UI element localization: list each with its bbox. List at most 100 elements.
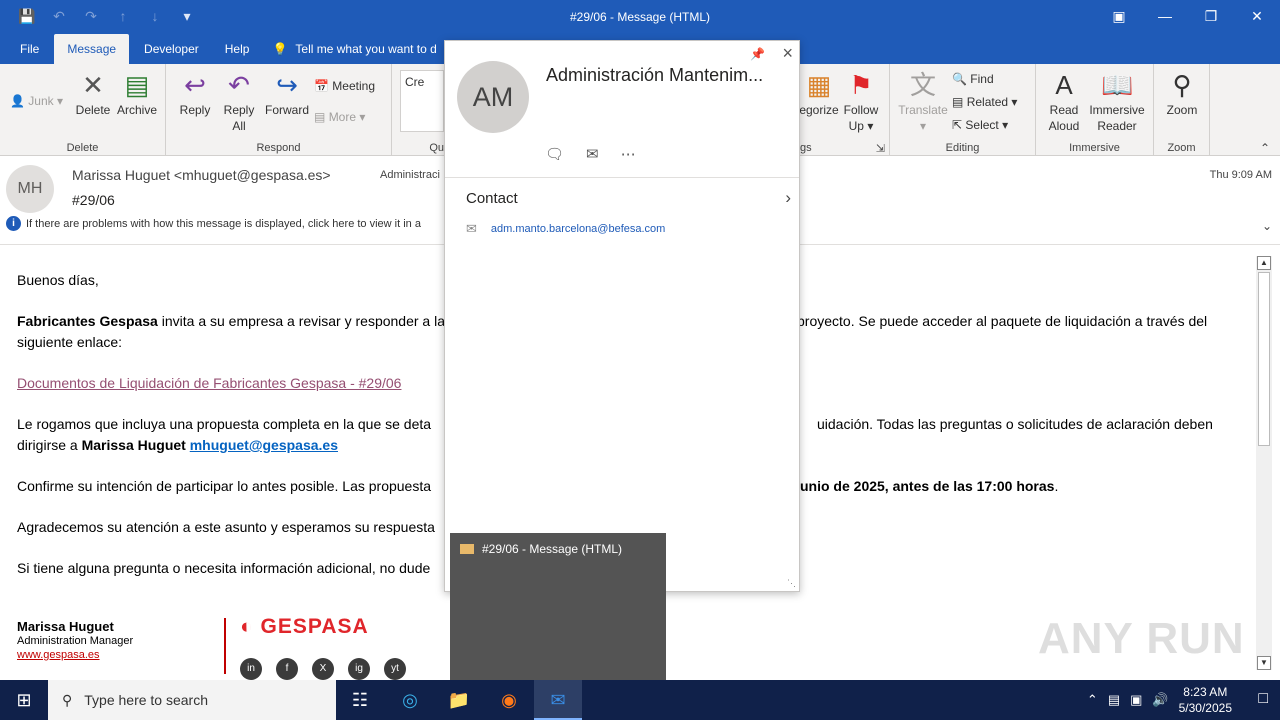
- pin-icon[interactable]: 📌: [750, 47, 765, 61]
- taskbar: ⊞ ⚲ Type here to search ☷ ◎ 📁 ◉ ✉ ⌃ ▤ ▣ …: [0, 680, 1280, 720]
- ribbon-display-icon[interactable]: ▣: [1096, 0, 1142, 32]
- reply-all-icon: ↶: [228, 70, 250, 100]
- tell-me-box[interactable]: 💡 Tell me what you want to d: [262, 34, 436, 64]
- social-links: in f X ig yt: [240, 658, 406, 680]
- documents-link[interactable]: Documentos de Liquidación de Fabricantes…: [17, 375, 401, 391]
- logo-g-icon: ◐: [240, 615, 254, 638]
- editing-group: 文 Translate ▾ 🔍 Find ▤ Related ▾ ⇱ Select…: [890, 64, 1036, 156]
- info-icon: i: [6, 216, 21, 231]
- device-icon[interactable]: ▤: [1108, 692, 1120, 708]
- immersive-reader-button[interactable]: 📖 Immersive Reader: [1086, 70, 1148, 134]
- more-options-icon[interactable]: ⋯: [621, 145, 636, 163]
- recipient[interactable]: Administraci: [380, 169, 440, 181]
- contact-name: Administración Mantenim...: [546, 65, 764, 85]
- mail-icon[interactable]: ✉: [586, 145, 599, 163]
- forward-button[interactable]: ↪ Forward: [262, 70, 312, 118]
- junk-button[interactable]: 👤 Junk ▾: [10, 94, 63, 108]
- firefox-icon[interactable]: ◉: [485, 680, 533, 720]
- signature: Marissa Huguet Administration Manager ww…: [17, 619, 134, 662]
- taskbar-preview[interactable]: #29/06 - Message (HTML): [450, 533, 666, 680]
- delete-icon: ✕: [82, 70, 104, 100]
- search-icon: ⚲: [62, 691, 73, 708]
- flag-icon: ⚑: [849, 70, 873, 100]
- chevron-right-icon[interactable]: ›: [785, 188, 791, 208]
- website-link[interactable]: www.gespasa.es: [17, 648, 133, 662]
- contact-card: 📌 × AM Administración Mantenim... 🗨 ✉ ⋯ …: [444, 40, 800, 592]
- watermark: ANY RUN: [1038, 614, 1245, 663]
- find-button[interactable]: 🔍 Find: [952, 72, 994, 86]
- zoom-group: ⚲ Zoom Zoom: [1154, 64, 1210, 156]
- quick-steps-group: Cre Qu: [392, 64, 444, 156]
- chat-icon[interactable]: 🗨: [545, 145, 564, 163]
- start-button[interactable]: ⊞: [0, 680, 48, 720]
- read-aloud-icon: A: [1055, 70, 1073, 100]
- minimize-button[interactable]: —: [1142, 0, 1188, 32]
- clock[interactable]: 8:23 AM 5/30/2025: [1179, 684, 1232, 716]
- network-icon[interactable]: ▣: [1130, 692, 1142, 708]
- contact-email[interactable]: adm.manto.barcelona@befesa.com: [491, 223, 665, 235]
- chevron-up-icon[interactable]: ⌃: [1087, 692, 1098, 708]
- instagram-icon[interactable]: ig: [348, 658, 370, 680]
- signature-divider: [224, 618, 226, 674]
- resize-grip-icon[interactable]: ⋱: [787, 578, 796, 589]
- info-bar[interactable]: i If there are problems with how this me…: [6, 216, 421, 231]
- delete-button[interactable]: ✕ Delete: [72, 70, 114, 118]
- restore-button[interactable]: ❐: [1188, 0, 1234, 32]
- scroll-thumb[interactable]: [1258, 272, 1270, 446]
- outlook-icon[interactable]: ✉: [534, 680, 582, 720]
- contact-email-row[interactable]: ✉ adm.manto.barcelona@befesa.com: [466, 221, 665, 237]
- contact-actions: 🗨 ✉ ⋯: [545, 145, 636, 163]
- gespasa-logo: ◐ GESPASA: [240, 615, 369, 638]
- tab-file[interactable]: File: [0, 34, 52, 64]
- find-icon: 🔍: [952, 72, 967, 86]
- dialog-launcher-icon[interactable]: ⇲: [876, 142, 885, 155]
- more-icon: ▤: [314, 110, 326, 124]
- zoom-icon: ⚲: [1172, 70, 1192, 100]
- reply-button[interactable]: ↩ Reply: [174, 70, 216, 118]
- taskbar-search[interactable]: ⚲ Type here to search: [48, 680, 336, 720]
- lightbulb-icon: 💡: [272, 42, 288, 56]
- more-button[interactable]: ▤ More ▾: [314, 110, 365, 124]
- x-icon[interactable]: X: [312, 658, 334, 680]
- respond-group: ↩ Reply ↶ Reply All ↪ Forward 📅 Meeting ▤…: [166, 64, 392, 156]
- tags-group: ▦ egorize ⚑ Follow Up ▾ gs ⇲: [798, 64, 890, 156]
- read-aloud-button[interactable]: A Read Aloud: [1042, 70, 1086, 134]
- reply-all-button[interactable]: ↶ Reply All: [218, 70, 260, 134]
- edge-icon[interactable]: ◎: [386, 680, 434, 720]
- tab-developer[interactable]: Developer: [131, 34, 212, 64]
- linkedin-icon[interactable]: in: [240, 658, 262, 680]
- vertical-scrollbar[interactable]: ▲ ▼: [1256, 256, 1272, 670]
- tab-help[interactable]: Help: [212, 34, 263, 64]
- translate-button[interactable]: 文 Translate ▾: [896, 70, 950, 134]
- avatar[interactable]: MH: [6, 165, 54, 213]
- meeting-button[interactable]: 📅 Meeting: [314, 79, 375, 93]
- sender[interactable]: Marissa Huguet <mhuguet@gespasa.es>: [72, 167, 331, 183]
- volume-icon[interactable]: 🔊: [1152, 692, 1168, 708]
- select-button[interactable]: ⇱ Select ▾: [952, 118, 1008, 132]
- follow-up-button[interactable]: ⚑ Follow Up ▾: [840, 70, 882, 134]
- chevron-down-icon[interactable]: ⌄: [1262, 219, 1272, 233]
- archive-button[interactable]: ▤ Archive: [114, 70, 160, 118]
- email-link[interactable]: mhuguet@gespasa.es: [190, 437, 338, 453]
- categorize-icon: ▦: [806, 70, 832, 100]
- task-view-icon[interactable]: ☷: [336, 680, 384, 720]
- scroll-down-icon[interactable]: ▼: [1257, 656, 1271, 670]
- translate-icon: 文: [909, 70, 936, 100]
- tab-message[interactable]: Message: [54, 34, 130, 64]
- scroll-up-icon[interactable]: ▲: [1257, 256, 1271, 270]
- contact-section-label[interactable]: Contact: [466, 190, 518, 207]
- notification-icon[interactable]: □: [1258, 690, 1268, 708]
- close-button[interactable]: ✕: [1234, 0, 1280, 32]
- collapse-ribbon-icon[interactable]: ⌃: [1260, 141, 1270, 155]
- close-icon[interactable]: ×: [782, 43, 793, 64]
- system-tray: ⌃ ▤ ▣ 🔊 8:23 AM 5/30/2025: [1087, 680, 1232, 720]
- file-explorer-icon[interactable]: 📁: [435, 680, 483, 720]
- youtube-icon[interactable]: yt: [384, 658, 406, 680]
- zoom-button[interactable]: ⚲ Zoom: [1160, 70, 1204, 118]
- categorize-button[interactable]: ▦ egorize: [798, 70, 840, 118]
- facebook-icon[interactable]: f: [276, 658, 298, 680]
- select-icon: ⇱: [952, 118, 963, 132]
- calendar-icon: 📅: [314, 79, 329, 93]
- related-button[interactable]: ▤ Related ▾: [952, 95, 1017, 109]
- quick-steps-box[interactable]: Cre: [400, 70, 444, 132]
